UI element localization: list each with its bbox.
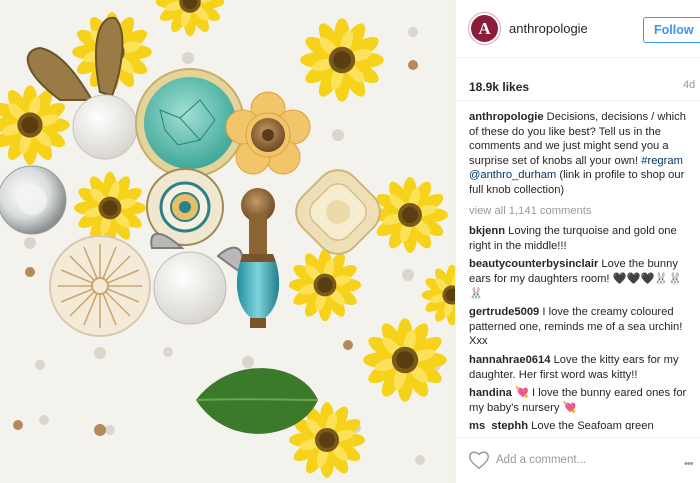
post-username[interactable]: anthropologie	[509, 21, 588, 36]
add-comment-input[interactable]	[496, 452, 676, 468]
likes-row: 18.9k likes 4d	[469, 78, 700, 94]
comment-item: ms_stephh Love the Seafoam green	[469, 419, 693, 430]
more-options-icon[interactable]: •••	[684, 458, 694, 470]
post-sidebar: A anthropologie Follow 18.9k likes 4d an…	[455, 0, 700, 483]
hashtag-link[interactable]: #regram	[641, 155, 683, 167]
comment-username[interactable]: handina	[469, 387, 512, 399]
comment-text: Love the Seafoam green	[528, 420, 654, 430]
follow-button[interactable]: Follow	[643, 17, 700, 43]
post-timestamp[interactable]: 4d	[683, 79, 700, 91]
comment-item: hannahrae0614 Love the kitty ears for my…	[469, 353, 693, 382]
comment-item: gertrude5009 I love the creamy coloured …	[469, 305, 693, 349]
post-caption: anthropologie Decisions, decisions / whi…	[469, 110, 693, 198]
comments-feed[interactable]: anthropologie Decisions, decisions / whi…	[456, 100, 700, 430]
caption-username[interactable]: anthropologie	[469, 111, 544, 123]
post-photo[interactable]	[0, 0, 455, 483]
comment-username[interactable]: beautycounterbysinclair	[469, 258, 598, 270]
comment-username[interactable]: hannahrae0614	[469, 354, 550, 366]
comment-username[interactable]: gertrude5009	[469, 306, 539, 318]
mention-link[interactable]: @anthro_durham	[469, 169, 556, 181]
avatar[interactable]: A	[469, 13, 500, 44]
add-comment-bar: •••	[456, 437, 700, 483]
comment-item: beautycounterbysinclair Love the bunny e…	[469, 257, 693, 301]
comment-username[interactable]: bkjenn	[469, 225, 505, 237]
comment-username[interactable]: ms_stephh	[469, 420, 528, 430]
heart-icon[interactable]	[468, 450, 490, 470]
comment-item: handina 💘 I love the bunny eared ones fo…	[469, 386, 693, 415]
view-all-comments-link[interactable]: view all 1,141 comments	[469, 204, 693, 219]
likes-count[interactable]: 18.9k likes	[469, 80, 529, 94]
post-header: A anthropologie Follow	[456, 0, 700, 58]
post-image	[0, 0, 455, 478]
comment-item: bkjenn Loving the turquoise and gold one…	[469, 224, 693, 253]
